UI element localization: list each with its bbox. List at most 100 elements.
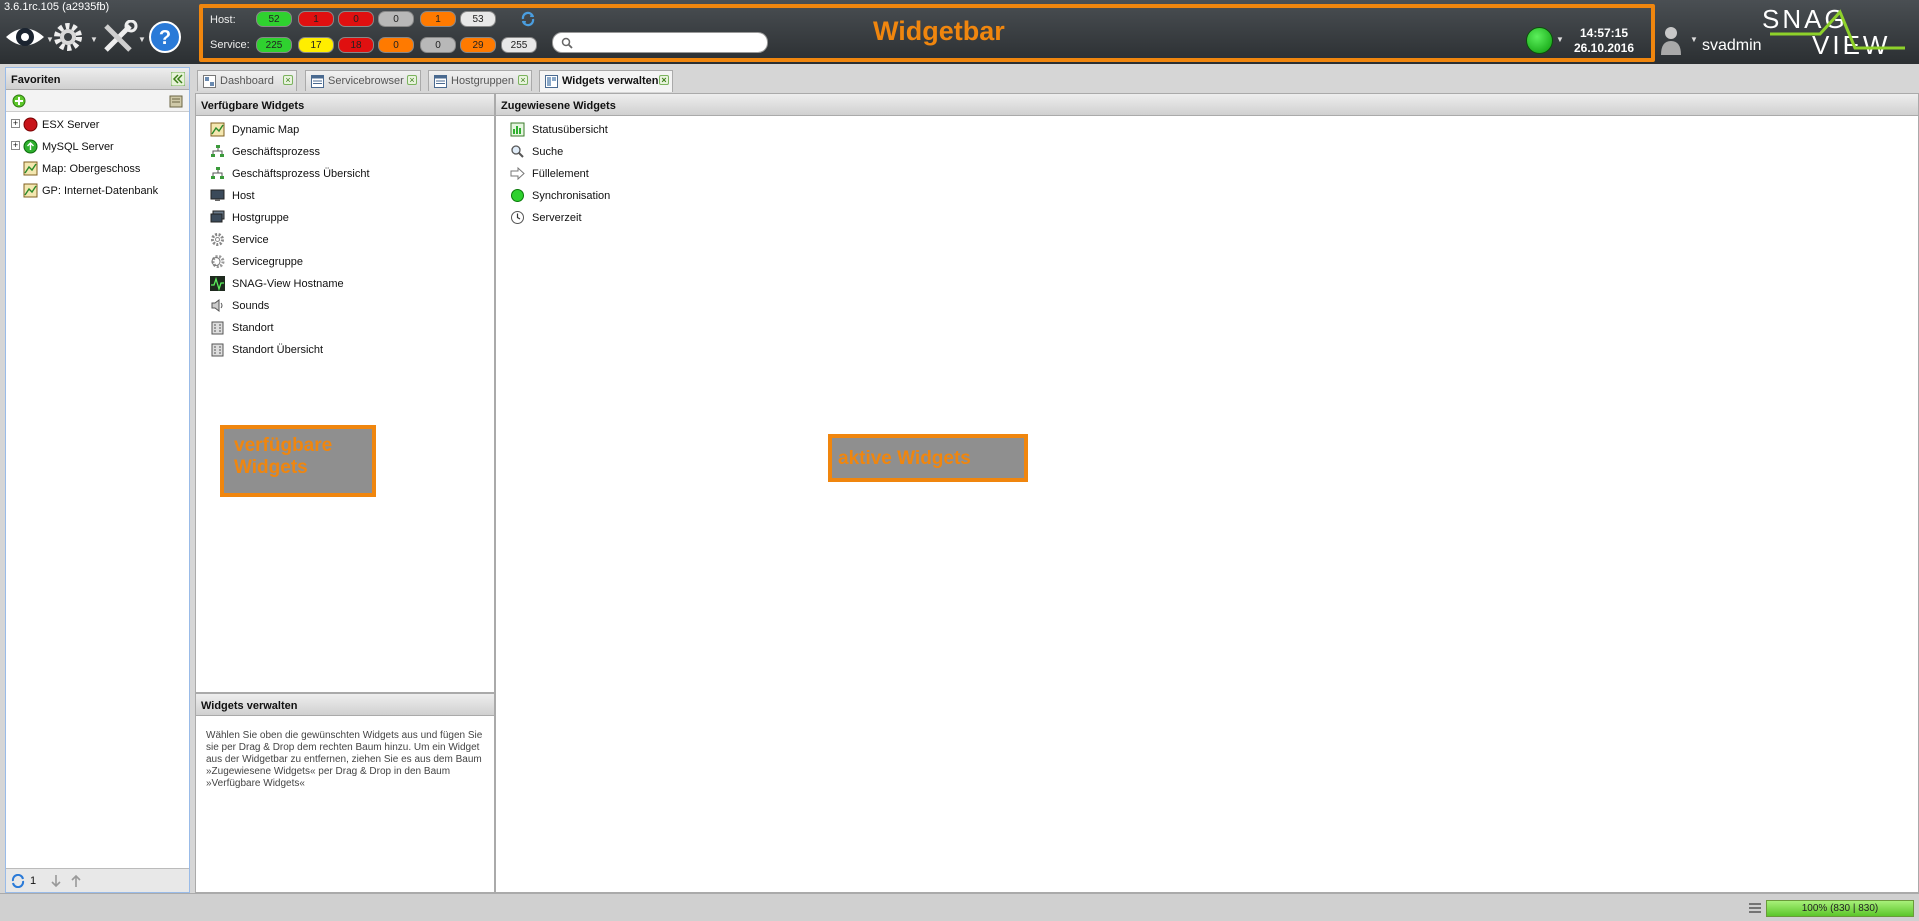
host-count-badge[interactable]: 0 — [378, 11, 414, 27]
status-bar: 100% (830 | 830) — [0, 893, 1919, 921]
favorite-item[interactable]: + MySQL Server — [6, 138, 186, 156]
favorites-title: Favoriten — [11, 74, 61, 86]
close-tab-icon[interactable]: × — [407, 75, 417, 85]
close-tab-icon[interactable]: × — [659, 75, 669, 85]
service-count-badge[interactable]: 17 — [298, 37, 334, 53]
widget-list-item[interactable]: Synchronisation — [496, 187, 756, 205]
host-count-badge[interactable]: 52 — [256, 11, 292, 27]
widget-label: Host — [232, 190, 255, 202]
widget-label: Standort Übersicht — [232, 344, 324, 356]
svg-text:VIEW: VIEW — [1812, 30, 1890, 58]
service-gear-icon — [210, 232, 225, 247]
browser-icon — [311, 75, 324, 91]
search-icon — [561, 37, 573, 49]
host-count-badge[interactable]: 1 — [298, 11, 334, 27]
service-label: Service: — [210, 39, 250, 51]
service-count-badge[interactable]: 0 — [378, 37, 414, 53]
servicegroup-gear-icon — [210, 254, 225, 269]
sync-menu-caret-icon[interactable]: ▼ — [1556, 35, 1564, 44]
help-icon[interactable]: ? — [148, 20, 182, 54]
widget-list-item[interactable]: Geschäftsprozess — [196, 143, 456, 161]
building-icon — [210, 342, 225, 357]
red-status-icon — [23, 117, 38, 135]
widget-label: Geschäftsprozess Übersicht — [232, 168, 370, 180]
expand-icon[interactable]: + — [11, 119, 20, 128]
host-count-badge[interactable]: 1 — [420, 11, 456, 27]
service-count-badge[interactable]: 225 — [256, 37, 292, 53]
expand-icon[interactable]: + — [11, 141, 20, 150]
building-icon — [210, 320, 225, 335]
delete-favorite-icon[interactable] — [169, 94, 183, 108]
tab-servicebrowser[interactable]: Servicebrowser × — [305, 70, 421, 91]
widget-list-item[interactable]: SNAG-View Hostname — [196, 275, 456, 293]
favorite-item[interactable]: + ESX Server — [6, 116, 186, 134]
widget-list-item[interactable]: Sounds — [196, 297, 456, 315]
magnifier-icon — [510, 144, 525, 159]
green-dot-icon — [510, 188, 525, 203]
tools-menu-caret-icon[interactable]: ▼ — [138, 35, 146, 44]
widget-list-item[interactable]: Standort Übersicht — [196, 341, 456, 359]
refresh-favorites-icon[interactable] — [11, 874, 25, 888]
tab-widgets-verwalten[interactable]: Widgets verwalten × — [539, 70, 673, 92]
widget-list-item[interactable]: Füllelement — [496, 165, 756, 183]
move-up-icon[interactable] — [70, 874, 82, 888]
help-panel-header: Widgets verwalten — [196, 694, 494, 716]
widget-list-item[interactable]: Statusübersicht — [496, 121, 756, 139]
tools-icon[interactable] — [100, 20, 142, 54]
clock-icon — [510, 210, 525, 225]
widget-list-item[interactable]: Host — [196, 187, 456, 205]
user-menu-caret-icon[interactable]: ▼ — [1690, 35, 1698, 44]
gear-menu-caret-icon[interactable]: ▼ — [90, 35, 98, 44]
favorites-footer: 1 — [6, 868, 189, 892]
favorite-label: ESX Server — [42, 119, 100, 131]
widget-list-item[interactable]: Suche — [496, 143, 756, 161]
collapse-panel-icon[interactable] — [171, 72, 185, 86]
favorite-label: MySQL Server — [42, 141, 114, 153]
hostgroup-icon — [210, 210, 225, 225]
host-count-badge[interactable]: 0 — [338, 11, 374, 27]
widget-list-item[interactable]: Geschäftsprozess Übersicht — [196, 165, 456, 183]
process-icon — [210, 166, 225, 181]
add-favorite-icon[interactable] — [12, 94, 26, 108]
service-count-badge[interactable]: 0 — [420, 37, 456, 53]
gear-icon[interactable] — [50, 20, 90, 54]
favorites-count: 1 — [30, 875, 37, 887]
favorite-item[interactable]: Map: Obergeschoss — [6, 160, 186, 178]
tab-dashboard[interactable]: Dashboard × — [197, 70, 297, 91]
map-icon — [23, 161, 38, 179]
host-label: Host: — [210, 14, 236, 26]
widget-label: SNAG-View Hostname — [232, 278, 344, 290]
service-count-badge[interactable]: 29 — [460, 37, 496, 53]
widget-list-item[interactable]: Service — [196, 231, 456, 249]
user-icon[interactable] — [1660, 24, 1682, 56]
close-tab-icon[interactable]: × — [283, 75, 293, 85]
sync-status-icon[interactable] — [1526, 27, 1553, 54]
widget-list-item[interactable]: Hostgruppe — [196, 209, 456, 227]
service-count-badge[interactable]: 255 — [501, 37, 537, 53]
close-tab-icon[interactable]: × — [518, 75, 528, 85]
widget-list-item[interactable]: Standort — [196, 319, 456, 337]
search-input[interactable] — [552, 32, 768, 53]
tab-hostgruppen[interactable]: Hostgruppen × — [428, 70, 532, 91]
tab-label: Dashboard — [220, 75, 274, 87]
widget-list-item[interactable]: Servicegruppe — [196, 253, 456, 271]
help-text: Wählen Sie oben die gewünschten Widgets … — [206, 730, 483, 789]
tab-label: Widgets verwalten — [562, 75, 659, 87]
host-count-badge[interactable]: 53 — [460, 11, 496, 27]
widget-list-item[interactable]: Serverzeit — [496, 209, 756, 227]
list-icon[interactable] — [1748, 901, 1762, 915]
tab-label: Servicebrowser — [328, 75, 404, 87]
server-time: 14:57:15 — [1579, 26, 1629, 40]
widgets-icon — [545, 75, 558, 91]
favorites-panel: Favoriten + ESX Server + MySQL Server Map: O… — [5, 67, 190, 893]
widget-list-item[interactable]: Dynamic Map — [196, 121, 456, 139]
available-widgets-annotation: verfügbare Widgets — [220, 425, 376, 497]
refresh-icon[interactable] — [520, 11, 536, 27]
favorite-item[interactable]: GP: Internet-Datenbank — [6, 182, 186, 200]
assigned-widgets-panel: Zugewiesene Widgets Statusübersicht Suche… — [495, 93, 1919, 893]
service-count-badge[interactable]: 18 — [338, 37, 374, 53]
username[interactable]: svadmin — [1702, 37, 1762, 55]
pulse-icon — [210, 276, 225, 292]
move-down-icon[interactable] — [50, 874, 62, 888]
eye-icon[interactable] — [4, 20, 46, 54]
